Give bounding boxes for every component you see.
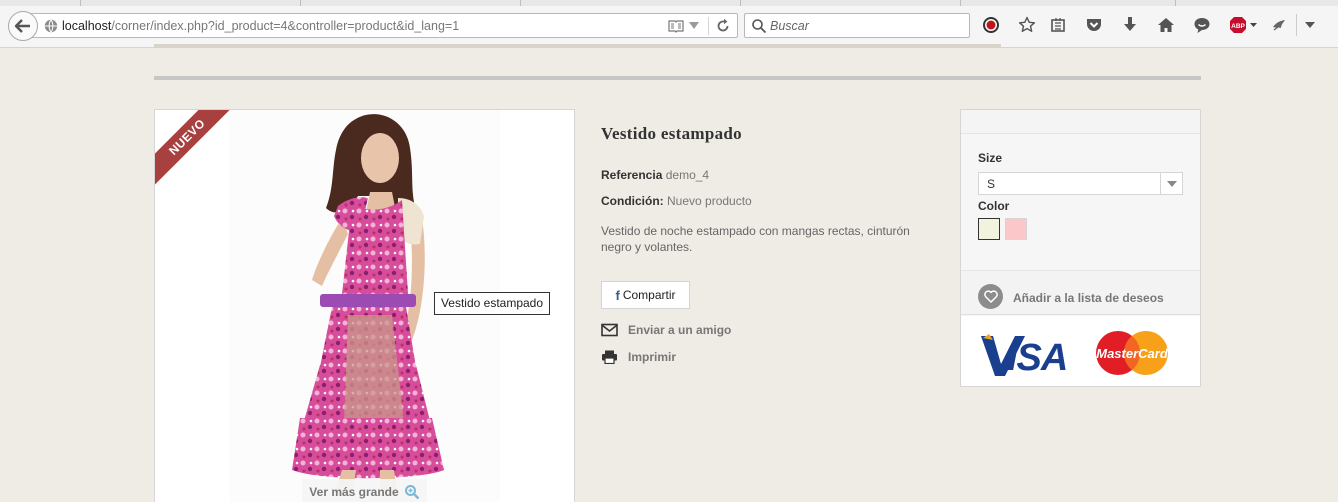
tab-strip xyxy=(0,0,1338,6)
share-label: Compartir xyxy=(622,288,676,302)
svg-text:ISA: ISA xyxy=(1007,337,1067,379)
reload-icon[interactable] xyxy=(715,18,731,34)
product-title: Vestido estampado xyxy=(601,124,742,143)
product-condition: Condición: Nuevo producto xyxy=(601,194,752,208)
header-divider xyxy=(154,44,1001,47)
condition-value: Nuevo producto xyxy=(667,194,752,208)
product-options-box: Size S Color Añadir a la lista de deseos… xyxy=(960,109,1201,387)
size-select[interactable]: S xyxy=(978,172,1183,195)
search-bar[interactable]: Buscar xyxy=(744,13,970,38)
search-icon xyxy=(752,19,767,34)
adblock-icon[interactable]: ABP xyxy=(1228,14,1260,36)
record-icon[interactable] xyxy=(980,14,1002,36)
menu-icon[interactable] xyxy=(1300,14,1320,36)
search-placeholder: Buscar xyxy=(770,19,809,33)
svg-text:MasterCard: MasterCard xyxy=(1096,346,1169,361)
url-text[interactable]: localhost/corner/index.php?id_product=4&… xyxy=(62,19,459,33)
color-label: Color xyxy=(978,199,1010,213)
image-title-tooltip: Vestido estampado xyxy=(434,292,550,315)
wishlist-label: Añadir a la lista de deseos xyxy=(1013,291,1164,305)
extension-icon[interactable] xyxy=(1270,14,1290,36)
home-icon[interactable] xyxy=(1155,14,1177,36)
new-badge: NUEVO xyxy=(155,110,238,188)
visa-mastercard-logo: ISA MasterCard xyxy=(981,331,1169,379)
download-icon[interactable] xyxy=(1119,14,1141,36)
facebook-icon: f xyxy=(615,287,620,303)
content-divider xyxy=(154,76,1201,80)
view-larger-label: Ver más grande xyxy=(309,485,399,499)
wishlist-button[interactable]: Añadir a la lista de deseos xyxy=(961,270,1200,315)
printer-icon xyxy=(602,350,617,364)
address-bar[interactable]: localhost/corner/index.php?id_product=4&… xyxy=(26,13,738,38)
reference-value: demo_4 xyxy=(665,168,710,182)
reading-list-icon[interactable] xyxy=(1047,14,1069,36)
zoom-icon xyxy=(404,485,420,500)
chat-icon[interactable] xyxy=(1191,14,1213,36)
back-button[interactable] xyxy=(8,11,38,41)
product-image-container[interactable]: NUEVO Vestido estampado Ver más grande xyxy=(154,109,575,502)
product-description: Vestido de noche estampado con mangas re… xyxy=(601,224,910,254)
browser-toolbar: localhost/corner/index.php?id_product=4&… xyxy=(0,0,1338,48)
condition-label: Condición: xyxy=(601,194,664,208)
reader-view-icon[interactable] xyxy=(667,18,685,34)
globe-icon xyxy=(44,19,58,33)
heart-icon xyxy=(978,284,1003,309)
pocket-icon[interactable] xyxy=(1083,14,1105,36)
envelope-icon xyxy=(601,323,618,337)
send-to-friend-label: Enviar a un amigo xyxy=(628,323,732,337)
payment-logos: ISA MasterCard xyxy=(961,316,1200,386)
view-larger-button[interactable]: Ver más grande xyxy=(302,479,427,502)
print-link[interactable]: Imprimir xyxy=(601,350,676,364)
product-reference: Referencia demo_4 xyxy=(601,168,709,182)
send-to-friend-link[interactable]: Enviar a un amigo xyxy=(601,323,731,337)
arrow-left-icon xyxy=(14,19,30,33)
facebook-share-button[interactable]: f Compartir xyxy=(601,281,690,309)
size-label: Size xyxy=(978,151,1003,165)
print-label: Imprimir xyxy=(628,350,677,364)
size-selected-value: S xyxy=(987,177,996,191)
svg-text:ABP: ABP xyxy=(1231,23,1245,30)
color-swatch-pink[interactable] xyxy=(1005,218,1027,240)
history-dropdown-icon[interactable] xyxy=(689,22,699,30)
chevron-down-icon[interactable] xyxy=(1160,173,1182,194)
bookmark-star-icon[interactable] xyxy=(1016,14,1038,36)
options-box-header xyxy=(961,110,1200,134)
color-swatch-beige[interactable] xyxy=(978,218,1000,240)
reference-label: Referencia xyxy=(601,168,663,182)
